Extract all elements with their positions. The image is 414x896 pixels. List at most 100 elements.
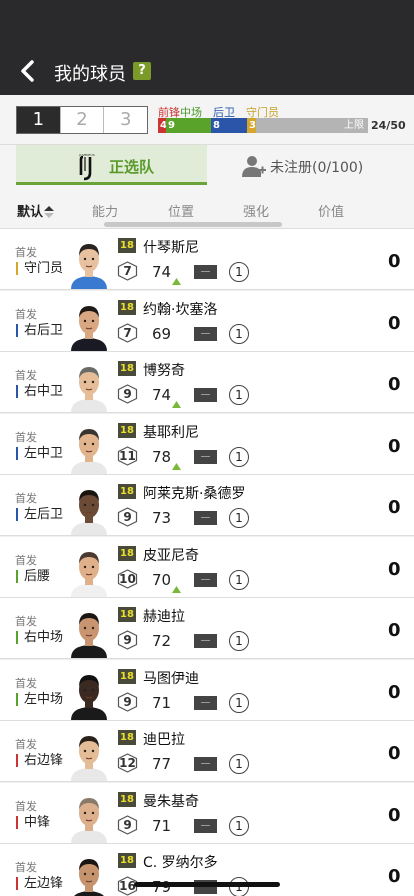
player-rating: 77 xyxy=(152,755,172,773)
player-value: 0 xyxy=(388,620,401,641)
level-hex-icon: 9 xyxy=(117,507,138,527)
player-value: 0 xyxy=(388,681,401,703)
sort-direction-icon[interactable] xyxy=(44,203,54,218)
mini-card-icon xyxy=(194,572,217,587)
player-avatar xyxy=(67,424,111,474)
player-name: 赫迪拉 xyxy=(143,609,185,625)
card-year-badge: 18 xyxy=(118,730,136,745)
player-position: 左边锋 xyxy=(16,877,63,890)
player-row[interactable]: 首发 中锋 18 曼朱基奇 9 71 1 0 xyxy=(0,782,414,844)
sort-default[interactable]: 默认 xyxy=(17,201,43,220)
player-rating: 71 xyxy=(152,816,172,835)
player-position: 中锋 xyxy=(16,815,50,829)
mini-card-icon xyxy=(194,818,217,833)
player-role: 首发 xyxy=(15,799,37,813)
player-level: 9 xyxy=(123,817,132,832)
player-row[interactable]: 首发 右中卫 18 博努奇 9 74 1 0 xyxy=(0,352,414,413)
card-year-badge: 18 xyxy=(118,299,136,315)
mini-card-icon xyxy=(194,326,217,341)
player-row[interactable]: 首发 左后卫 18 阿莱克斯·桑德罗 9 73 1 0 xyxy=(0,475,414,536)
forward-count: 4 xyxy=(158,118,167,133)
player-row[interactable]: 首发 左边锋 18 C. 罗纳尔多 16 79 1 0 xyxy=(0,844,414,896)
mini-card-icon xyxy=(194,511,217,525)
defense-count: 8 xyxy=(211,118,247,133)
player-rating: 74 xyxy=(152,386,172,404)
enhance-level: 1 xyxy=(229,815,249,836)
level-hex-icon: 9 xyxy=(117,384,138,404)
sort-value[interactable]: 价值 xyxy=(318,201,344,220)
back-arrow-icon[interactable] xyxy=(18,60,38,82)
player-position: 右后卫 xyxy=(16,323,63,337)
player-name: 博努奇 xyxy=(143,363,185,379)
page-button-1[interactable]: 1 xyxy=(17,107,61,133)
tab-unregistered-label[interactable]: 未注册(0/100) xyxy=(270,157,363,177)
player-avatar xyxy=(67,793,111,843)
help-icon[interactable]: ? xyxy=(133,62,151,80)
player-level: 9 xyxy=(123,510,132,524)
cap-label: 上限 xyxy=(256,118,368,133)
page-title: 我的球员 xyxy=(54,64,126,85)
player-row[interactable]: 首发 右边锋 18 迪巴拉 12 77 1 0 xyxy=(0,721,414,782)
page-button-3[interactable]: 3 xyxy=(104,107,148,133)
player-level: 9 xyxy=(123,694,132,709)
add-person-icon[interactable] xyxy=(242,154,266,178)
player-rating: 78 xyxy=(152,447,172,466)
player-rating: 73 xyxy=(152,509,172,527)
player-role: 首发 xyxy=(15,246,37,259)
player-rating: 70 xyxy=(152,570,172,589)
level-hex-icon: 7 xyxy=(117,322,138,343)
player-position: 右中卫 xyxy=(16,385,63,398)
sort-enhance[interactable]: 强化 xyxy=(243,201,269,220)
player-avatar xyxy=(67,485,111,535)
player-rating: 71 xyxy=(152,693,172,712)
player-value: 0 xyxy=(388,497,401,518)
player-avatar xyxy=(67,239,111,289)
card-year-badge: 18 xyxy=(118,791,136,807)
player-level: 10 xyxy=(119,571,136,586)
player-level: 7 xyxy=(123,264,132,278)
home-indicator[interactable] xyxy=(134,882,280,887)
level-hex-icon: 12 xyxy=(117,753,138,773)
card-year-badge: 18 xyxy=(118,607,136,622)
player-value: 0 xyxy=(388,558,401,580)
enhance-level: 1 xyxy=(229,323,249,344)
enhance-level: 1 xyxy=(229,754,249,774)
player-avatar xyxy=(67,731,111,781)
mini-card-icon xyxy=(194,757,217,771)
player-position: 左中卫 xyxy=(16,446,63,460)
sort-position[interactable]: 位置 xyxy=(168,201,194,220)
player-role: 首发 xyxy=(15,492,37,505)
level-hex-icon: 10 xyxy=(117,568,138,589)
level-hex-icon: 9 xyxy=(117,630,138,650)
player-row[interactable]: 首发 左中卫 18 基耶利尼 11 78 1 0 xyxy=(0,413,414,475)
mini-card-icon xyxy=(194,695,217,710)
player-row[interactable]: 首发 左中场 18 马图伊迪 9 71 1 0 xyxy=(0,659,414,721)
player-avatar xyxy=(67,301,111,351)
enhance-level: 1 xyxy=(229,508,249,528)
squad-page-selector: 1 2 3 xyxy=(16,106,148,134)
player-row[interactable]: 首发 右后卫 18 约翰·坎塞洛 7 69 1 0 xyxy=(0,290,414,352)
player-row[interactable]: 首发 后腰 18 皮亚尼奇 10 70 1 0 xyxy=(0,536,414,598)
player-role: 首发 xyxy=(15,307,37,321)
level-hex-icon: 7 xyxy=(117,261,138,281)
enhance-level: 1 xyxy=(229,569,249,590)
player-value: 0 xyxy=(388,374,401,395)
tab-starting-squad-label: 正选队 xyxy=(109,158,155,176)
player-position: 左后卫 xyxy=(16,508,63,521)
sort-ability[interactable]: 能力 xyxy=(92,201,118,220)
rating-up-icon xyxy=(172,578,181,593)
level-hex-icon: 11 xyxy=(117,445,138,466)
horizontal-scroll-indicator xyxy=(104,222,282,227)
player-avatar xyxy=(67,608,111,658)
position-count-bar: 4 9 8 3 上限 xyxy=(158,118,368,133)
page-button-2[interactable]: 2 xyxy=(60,107,105,133)
player-row[interactable]: 首发 右中场 18 赫迪拉 9 72 1 0 xyxy=(0,598,414,659)
player-avatar xyxy=(67,670,111,720)
club-logo-icon: JUVENTUS xyxy=(78,151,96,181)
player-rating: 72 xyxy=(152,632,172,650)
player-level: 9 xyxy=(123,387,132,401)
enhance-level: 1 xyxy=(229,446,249,467)
player-row[interactable]: 首发 守门员 18 什琴斯尼 7 74 1 0 xyxy=(0,229,414,290)
mini-card-icon xyxy=(194,449,217,464)
card-year-badge: 18 xyxy=(118,361,136,376)
